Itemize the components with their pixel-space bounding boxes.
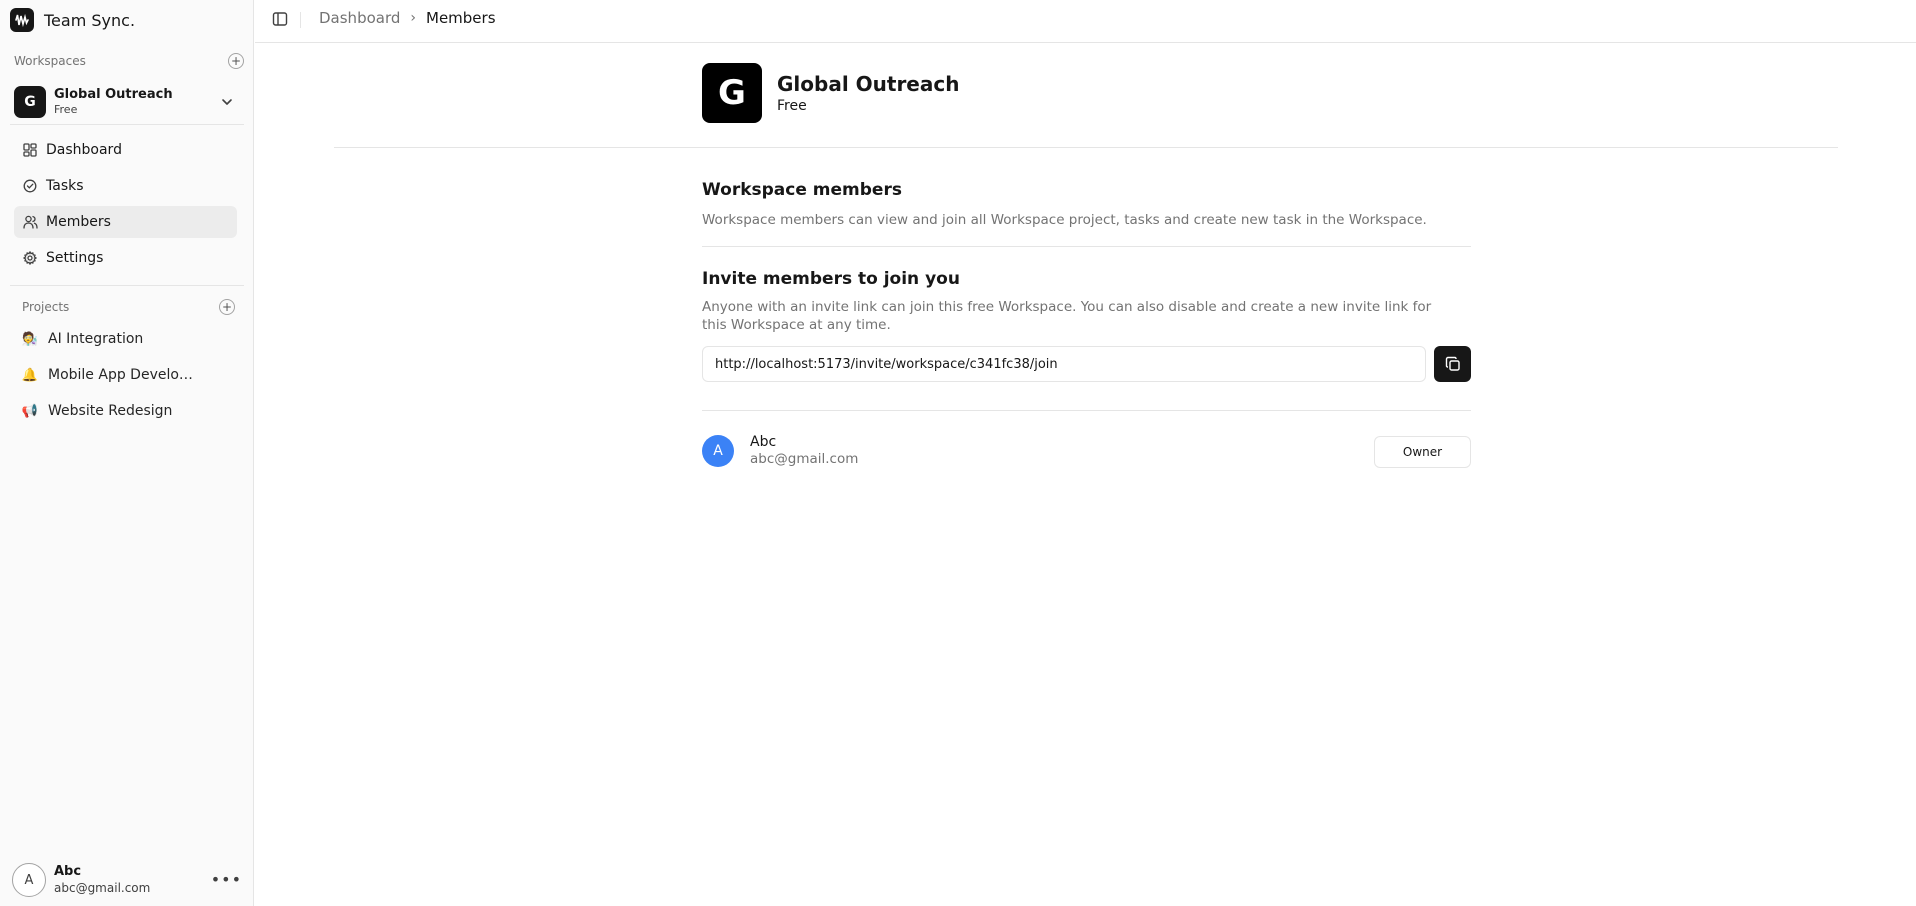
project-emoji: 📢 (21, 403, 39, 419)
sidebar-item-dashboard[interactable]: Dashboard (14, 134, 237, 166)
section-divider (702, 246, 1471, 247)
gear-icon (22, 250, 38, 266)
project-label: Mobile App Development (48, 367, 200, 383)
more-horizontal-icon[interactable]: ••• (211, 870, 242, 889)
user-name: Abc (54, 864, 82, 879)
workspace-avatar-large: G (702, 63, 762, 123)
users-icon (22, 214, 38, 230)
breadcrumb-current: Members (426, 9, 496, 27)
sidebar-toggle-icon[interactable] (272, 11, 288, 27)
check-circle-icon (22, 178, 38, 194)
sidebar-item-members[interactable]: Members (14, 206, 237, 238)
brand[interactable]: Team Sync. (10, 8, 135, 32)
plus-icon: + (221, 300, 233, 314)
workspace-header: G Global Outreach Free (702, 63, 959, 123)
workspace-plan: Free (54, 103, 78, 116)
top-bar: Dashboard › Members (255, 0, 1916, 43)
workspaces-label: Workspaces (14, 54, 86, 68)
workspace-switcher[interactable]: G Global Outreach Free (10, 82, 243, 122)
avatar: A (12, 863, 46, 897)
project-label: Website Redesign (48, 403, 173, 419)
sidebar-divider (10, 124, 244, 125)
copy-icon (1445, 356, 1460, 371)
member-email: abc@gmail.com (750, 451, 859, 467)
member-role-button[interactable]: Owner (1374, 436, 1471, 468)
user-menu[interactable]: A Abc abc@gmail.com ••• (12, 860, 242, 900)
sidebar-item-tasks[interactable]: Tasks (14, 170, 237, 202)
app-name: Team Sync. (44, 10, 136, 30)
chevron-down-icon (222, 99, 232, 105)
project-label: AI Integration (48, 331, 144, 347)
project-emoji: 🔔 (21, 367, 39, 383)
sidebar-item-label: Dashboard (46, 142, 122, 158)
project-item-mobile-app[interactable]: 🔔 Mobile App Development (14, 359, 237, 391)
member-name: Abc (750, 434, 777, 450)
members-section-description: Workspace members can view and join all … (702, 212, 1427, 228)
copy-link-button[interactable] (1434, 346, 1471, 382)
header-separator (334, 147, 1838, 148)
header-divider (300, 12, 301, 28)
project-emoji: 🧑‍🔬 (21, 331, 39, 347)
members-section-title: Workspace members (702, 180, 902, 200)
add-project-button[interactable]: + (219, 299, 235, 315)
sidebar-divider (10, 285, 244, 286)
invite-link-input[interactable] (702, 346, 1426, 382)
invite-section-title: Invite members to join you (702, 269, 960, 289)
sidebar-item-label: Members (46, 214, 111, 230)
sidebar-item-label: Tasks (46, 178, 84, 194)
audio-wave-icon (10, 8, 34, 32)
breadcrumb: Dashboard › Members (319, 9, 496, 27)
chevron-right-icon: › (410, 10, 416, 26)
projects-label: Projects (22, 300, 70, 314)
workspace-avatar: G (14, 86, 46, 118)
workspace-title: Global Outreach (777, 72, 960, 96)
workspace-name: Global Outreach (54, 87, 173, 102)
workspace-plan: Free (777, 98, 807, 114)
member-row: A Abc abc@gmail.com Owner (702, 432, 1471, 472)
invite-section-description: Anyone with an invite link can join this… (702, 299, 1432, 333)
dashboard-icon (22, 142, 38, 158)
section-divider (702, 410, 1471, 411)
add-workspace-button[interactable]: + (228, 53, 244, 69)
breadcrumb-dashboard-link[interactable]: Dashboard (319, 9, 400, 27)
user-email: abc@gmail.com (54, 881, 151, 895)
member-avatar: A (702, 435, 734, 467)
project-item-website-redesign[interactable]: 📢 Website Redesign (14, 395, 237, 427)
project-item-ai-integration[interactable]: 🧑‍🔬 AI Integration (14, 323, 237, 355)
plus-icon: + (230, 54, 242, 68)
sidebar-item-settings[interactable]: Settings (14, 242, 237, 274)
sidebar-item-label: Settings (46, 250, 104, 266)
sidebar: Team Sync. Workspaces + G Global Outreac… (0, 0, 254, 906)
